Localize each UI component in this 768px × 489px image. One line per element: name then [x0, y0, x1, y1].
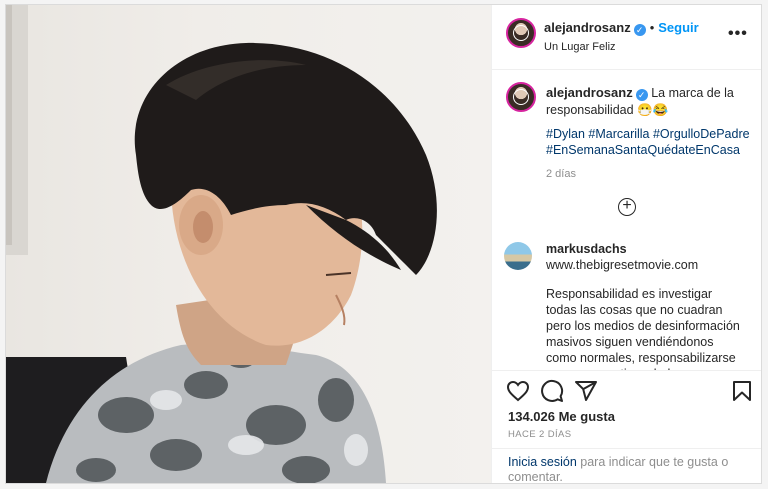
separator-dot: •	[649, 20, 655, 35]
post-side-panel: alejandrosanz ✓ • Seguir Un Lugar Feliz •••…	[491, 5, 761, 483]
heart-icon[interactable]	[506, 379, 530, 403]
author-avatar[interactable]	[506, 18, 536, 48]
post-modal: alejandrosanz ✓ • Seguir Un Lugar Feliz •••…	[5, 4, 762, 484]
follow-button[interactable]: Seguir	[658, 20, 698, 35]
post-actions: 134.026 Me gusta HACE 2 DÍAS Inicia sesi…	[492, 370, 761, 483]
location-link[interactable]: Un Lugar Feliz	[544, 41, 616, 53]
caption-time[interactable]: 2 días	[546, 168, 576, 180]
caption: alejandrosanz ✓ La marca de la responsabi…	[546, 84, 746, 119]
bookmark-icon[interactable]	[730, 379, 754, 403]
login-prompt: Inicia sesión para indicar que te gusta …	[492, 448, 761, 483]
commenter-avatar[interactable]	[504, 242, 532, 270]
comment-icon[interactable]	[540, 379, 564, 403]
posted-ago[interactable]: HACE 2 DÍAS	[508, 429, 572, 440]
ear-inner	[193, 211, 213, 243]
caption-hashtags[interactable]: #Dylan #Marcarilla #OrgulloDePadre #EnSe…	[546, 126, 756, 158]
comment-link[interactable]: www.thebigresetmovie.com	[546, 258, 698, 272]
plus-circle-icon[interactable]: +	[618, 198, 636, 216]
caption-username[interactable]: alejandrosanz	[546, 85, 633, 100]
caption-author-avatar[interactable]	[506, 82, 536, 112]
comments-section: alejandrosanz ✓ La marca de la responsabi…	[492, 70, 761, 370]
post-photo[interactable]	[6, 5, 491, 483]
share-icon[interactable]	[574, 379, 598, 403]
login-link[interactable]: Inicia sesión	[508, 455, 577, 469]
verified-badge-icon: ✓	[635, 89, 648, 101]
post-header: alejandrosanz ✓ • Seguir Un Lugar Feliz •••	[492, 5, 761, 70]
wall-frame-edge	[6, 5, 12, 245]
comment-text: Responsabilidad es investigar todas las …	[546, 287, 740, 370]
author-username[interactable]: alejandrosanz	[544, 20, 631, 35]
likes-count[interactable]: 134.026 Me gusta	[508, 409, 615, 424]
header-line: alejandrosanz ✓ • Seguir	[544, 19, 699, 37]
verified-badge-icon: ✓	[633, 24, 646, 36]
boy-photo-illustration	[6, 5, 437, 483]
commenter-username[interactable]: markusdachs	[546, 242, 627, 256]
more-options-icon[interactable]: •••	[728, 25, 748, 43]
